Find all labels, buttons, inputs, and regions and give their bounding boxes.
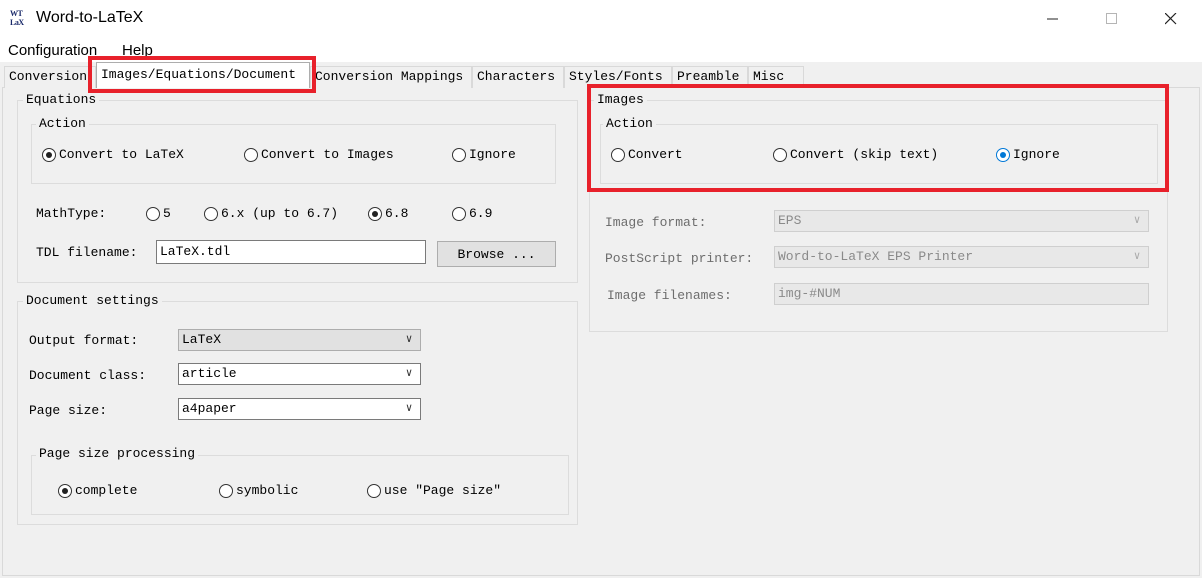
radio-indicator — [42, 147, 56, 162]
radio-indicator — [58, 483, 72, 498]
page-size-select[interactable]: a4paper ∨ — [178, 398, 421, 420]
equations-group-title: Equations — [23, 92, 100, 107]
radio-indicator — [452, 147, 466, 162]
page-size-processing-title: Page size processing — [36, 446, 199, 461]
equations-action-title: Action — [36, 116, 89, 131]
image-format-label: Image format: — [605, 215, 707, 230]
maximize-button[interactable] — [1083, 0, 1141, 38]
image-filenames-label: Image filenames: — [607, 288, 732, 303]
tab-conversion-mappings[interactable]: Conversion Mappings — [310, 66, 472, 88]
chevron-down-icon: ∨ — [405, 368, 413, 380]
chevron-down-icon: ∨ — [405, 334, 413, 346]
menu-configuration[interactable]: Configuration — [8, 42, 97, 59]
postscript-printer-label: PostScript printer: — [605, 251, 754, 266]
radio-indicator — [244, 147, 258, 162]
radio-indicator — [219, 483, 233, 498]
window-title: Word-to-LaTeX — [36, 9, 144, 26]
postscript-printer-select[interactable]: Word-to-LaTeX EPS Printer ∨ — [774, 246, 1149, 268]
radio-mathtype-6-8[interactable]: 6.8 — [368, 206, 408, 221]
minimize-button[interactable] — [1024, 0, 1082, 38]
images-action-highlight-box — [587, 84, 1169, 192]
close-button[interactable] — [1142, 0, 1200, 38]
radio-use-page-size[interactable]: use "Page size" — [367, 483, 501, 498]
chevron-down-icon: ∨ — [1133, 251, 1141, 263]
radio-convert-to-latex[interactable]: Convert to LaTeX — [42, 147, 184, 162]
tab-characters[interactable]: Characters — [472, 66, 564, 88]
tdl-filename-input[interactable]: LaTeX.tdl — [156, 240, 426, 264]
radio-mathtype-6x[interactable]: 6.x (up to 6.7) — [204, 206, 338, 221]
output-format-label: Output format: — [29, 333, 139, 348]
tdl-filename-label: TDL filename: — [36, 245, 138, 260]
radio-complete[interactable]: complete — [58, 483, 137, 498]
output-format-select[interactable]: LaTeX ∨ — [178, 329, 421, 351]
radio-indicator — [368, 206, 382, 221]
image-format-select[interactable]: EPS ∨ — [774, 210, 1149, 232]
minimize-icon — [1047, 18, 1058, 20]
radio-indicator — [146, 206, 160, 221]
radio-mathtype-6-9[interactable]: 6.9 — [452, 206, 492, 221]
close-icon — [1165, 13, 1177, 25]
radio-indicator — [367, 483, 381, 498]
document-class-select[interactable]: article ∨ — [178, 363, 421, 385]
mathtype-label: MathType: — [36, 206, 107, 221]
browse-button[interactable]: Browse ... — [437, 241, 556, 267]
document-settings-title: Document settings — [23, 293, 162, 308]
tab-conversion[interactable]: Conversion — [4, 66, 96, 88]
maximize-icon — [1106, 13, 1117, 24]
chevron-down-icon: ∨ — [405, 403, 413, 415]
page-size-label: Page size: — [29, 403, 108, 418]
tab-highlight-box — [88, 56, 316, 93]
image-filenames-input[interactable]: img-#NUM — [774, 283, 1149, 305]
chevron-down-icon: ∨ — [1133, 215, 1141, 227]
images-group-title: Images — [594, 92, 647, 107]
radio-symbolic[interactable]: symbolic — [219, 483, 298, 498]
title-bar — [0, 0, 1202, 38]
images-action-title: Action — [603, 116, 656, 131]
radio-indicator — [452, 206, 466, 221]
radio-convert-to-images[interactable]: Convert to Images — [244, 147, 394, 162]
radio-equations-ignore[interactable]: Ignore — [452, 147, 516, 162]
radio-indicator — [204, 206, 218, 221]
document-class-label: Document class: — [29, 368, 147, 383]
radio-mathtype-5[interactable]: 5 — [146, 206, 171, 221]
app-icon: WT LaX — [10, 9, 24, 27]
